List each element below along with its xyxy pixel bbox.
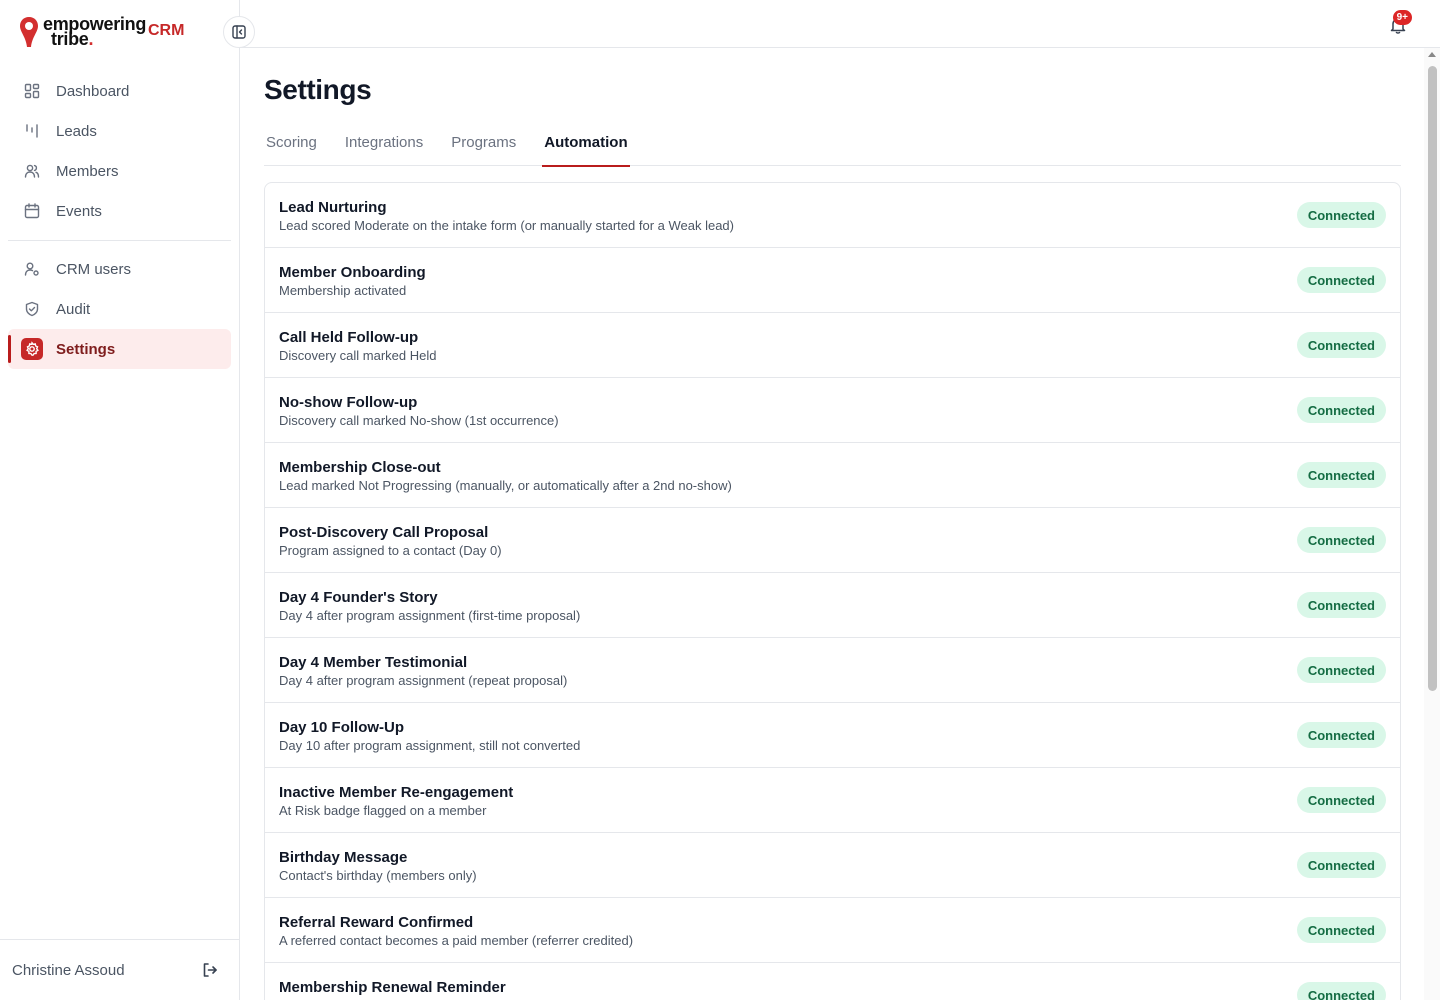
status-badge: Connected bbox=[1296, 852, 1386, 878]
automation-trigger: Day 4 after program assignment (repeat p… bbox=[279, 673, 568, 688]
automation-title: Membership Renewal Reminder bbox=[279, 979, 506, 996]
status-badge: Connected bbox=[1296, 787, 1386, 813]
sidebar-item-label: Events bbox=[56, 202, 102, 220]
status-badge: Connected bbox=[1296, 462, 1386, 488]
automation-row[interactable]: Call Held Follow-up Discovery call marke… bbox=[265, 313, 1400, 378]
automation-row[interactable]: Member Onboarding Membership activated C… bbox=[265, 248, 1400, 313]
automation-row[interactable]: Inactive Member Re-engagement At Risk ba… bbox=[265, 768, 1400, 833]
status-badge: Connected bbox=[1296, 332, 1386, 358]
tab-integrations[interactable]: Integrations bbox=[343, 134, 425, 166]
notification-count-badge: 9+ bbox=[1392, 10, 1412, 25]
status-badge: Connected bbox=[1296, 267, 1386, 293]
automation-row[interactable]: Post-Discovery Call Proposal Program ass… bbox=[265, 508, 1400, 573]
sidebar-item-label: Leads bbox=[56, 122, 97, 140]
status-badge: Connected bbox=[1296, 527, 1386, 553]
automation-row[interactable]: Referral Reward Confirmed A referred con… bbox=[265, 898, 1400, 963]
bars-icon bbox=[24, 123, 40, 139]
automation-row[interactable]: No-show Follow-up Discovery call marked … bbox=[265, 378, 1400, 443]
sidebar-item-crm-users[interactable]: CRM users bbox=[8, 249, 231, 289]
automation-trigger: Lead scored Moderate on the intake form … bbox=[279, 218, 734, 233]
status-badge: Connected bbox=[1296, 917, 1386, 943]
sidebar-footer: Christine Assoud bbox=[0, 939, 240, 1000]
status-badge: Connected bbox=[1296, 982, 1386, 1000]
sidebar-item-events[interactable]: Events bbox=[8, 191, 231, 231]
calendar-icon bbox=[24, 203, 40, 219]
sidebar-item-audit[interactable]: Audit bbox=[8, 289, 231, 329]
brand-line2: tribe. bbox=[51, 29, 94, 49]
automation-trigger: Membership activated bbox=[279, 283, 407, 298]
status-badge: Connected bbox=[1296, 657, 1386, 683]
collapse-sidebar-button[interactable] bbox=[223, 16, 255, 48]
automation-trigger: Discovery call marked No-show (1st occur… bbox=[279, 413, 559, 428]
scroll-up-arrow-icon[interactable] bbox=[1428, 52, 1436, 57]
status-badge: Connected bbox=[1296, 592, 1386, 618]
brand-logo[interactable]: empowering tribe. bbox=[18, 14, 218, 50]
settings-tabs: Scoring Integrations Programs Automation bbox=[264, 134, 1401, 167]
automation-row[interactable]: Membership Renewal Reminder Connected bbox=[265, 963, 1400, 1000]
automation-title: Day 10 Follow-Up bbox=[279, 719, 405, 736]
grid-icon bbox=[24, 83, 40, 99]
automation-title: Birthday Message bbox=[279, 849, 408, 866]
location-pin-logo-icon bbox=[20, 17, 38, 47]
automation-row[interactable]: Membership Close-out Lead marked Not Pro… bbox=[265, 443, 1400, 508]
automation-title: Call Held Follow-up bbox=[279, 329, 419, 346]
automation-row[interactable]: Day 10 Follow-Up Day 10 after program as… bbox=[265, 703, 1400, 768]
automation-trigger: Contact's birthday (members only) bbox=[279, 868, 477, 883]
sidebar-nav: Dashboard Leads Members Events CRM users… bbox=[8, 71, 231, 369]
automation-trigger: Day 10 after program assignment, still n… bbox=[279, 738, 581, 753]
automation-trigger: A referred contact becomes a paid member… bbox=[279, 933, 634, 948]
automation-trigger: Program assigned to a contact (Day 0) bbox=[279, 543, 502, 558]
sidebar-divider bbox=[8, 240, 231, 241]
tab-automation[interactable]: Automation bbox=[542, 134, 630, 167]
user-gear-icon bbox=[24, 261, 40, 277]
user-name: Christine Assoud bbox=[12, 961, 125, 979]
sidebar-item-members[interactable]: Members bbox=[8, 151, 231, 191]
sidebar-item-label: CRM users bbox=[56, 260, 132, 278]
shield-check-icon bbox=[24, 301, 40, 317]
main-content: Settings Scoring Integrations Programs A… bbox=[264, 48, 1401, 1000]
automation-title: No-show Follow-up bbox=[279, 394, 418, 411]
automation-title: Membership Close-out bbox=[279, 459, 441, 476]
gear-icon bbox=[21, 338, 43, 360]
status-badge: Connected bbox=[1296, 202, 1386, 228]
automation-title: Lead Nurturing bbox=[279, 199, 387, 216]
scrollbar-thumb[interactable] bbox=[1428, 66, 1437, 691]
crm-tag: CRM bbox=[148, 22, 185, 39]
brand-wordmark: empowering tribe. bbox=[43, 15, 146, 49]
automation-row[interactable]: Day 4 Founder's Story Day 4 after progra… bbox=[265, 573, 1400, 638]
logout-icon[interactable] bbox=[202, 962, 218, 978]
sidebar-item-label: Dashboard bbox=[56, 82, 130, 100]
tab-scoring[interactable]: Scoring bbox=[264, 134, 319, 166]
sidebar-item-label: Audit bbox=[56, 300, 91, 318]
status-badge: Connected bbox=[1296, 722, 1386, 748]
automation-trigger: Day 4 after program assignment (first-ti… bbox=[279, 608, 581, 623]
automation-title: Post-Discovery Call Proposal bbox=[279, 524, 489, 541]
automation-row[interactable]: Birthday Message Contact's birthday (mem… bbox=[265, 833, 1400, 898]
sidebar: empowering tribe. CRM Dashboard Leads Me… bbox=[0, 0, 240, 1000]
automation-trigger: Lead marked Not Progressing (manually, o… bbox=[279, 478, 732, 493]
sidebar-item-label: Settings bbox=[56, 340, 116, 358]
sidebar-item-dashboard[interactable]: Dashboard bbox=[8, 71, 231, 111]
automation-title: Day 4 Member Testimonial bbox=[279, 654, 468, 671]
topbar: 9+ bbox=[240, 0, 1440, 48]
automation-title: Member Onboarding bbox=[279, 264, 426, 281]
status-badge: Connected bbox=[1296, 397, 1386, 423]
automation-title: Day 4 Founder's Story bbox=[279, 589, 438, 606]
automation-list: Lead Nurturing Lead scored Moderate on t… bbox=[264, 182, 1401, 1000]
automation-trigger: At Risk badge flagged on a member bbox=[279, 803, 487, 818]
users-icon bbox=[24, 163, 40, 179]
sidebar-item-label: Members bbox=[56, 162, 119, 180]
automation-title: Referral Reward Confirmed bbox=[279, 914, 474, 931]
automation-row[interactable]: Day 4 Member Testimonial Day 4 after pro… bbox=[265, 638, 1400, 703]
automation-title: Inactive Member Re-engagement bbox=[279, 784, 514, 801]
automation-row[interactable]: Lead Nurturing Lead scored Moderate on t… bbox=[265, 183, 1400, 248]
automation-trigger: Discovery call marked Held bbox=[279, 348, 437, 363]
sidebar-item-settings[interactable]: Settings bbox=[8, 329, 231, 369]
tab-programs[interactable]: Programs bbox=[449, 134, 518, 166]
page-title: Settings bbox=[264, 74, 372, 105]
sidebar-item-leads[interactable]: Leads bbox=[8, 111, 231, 151]
panel-collapse-icon bbox=[232, 25, 246, 39]
